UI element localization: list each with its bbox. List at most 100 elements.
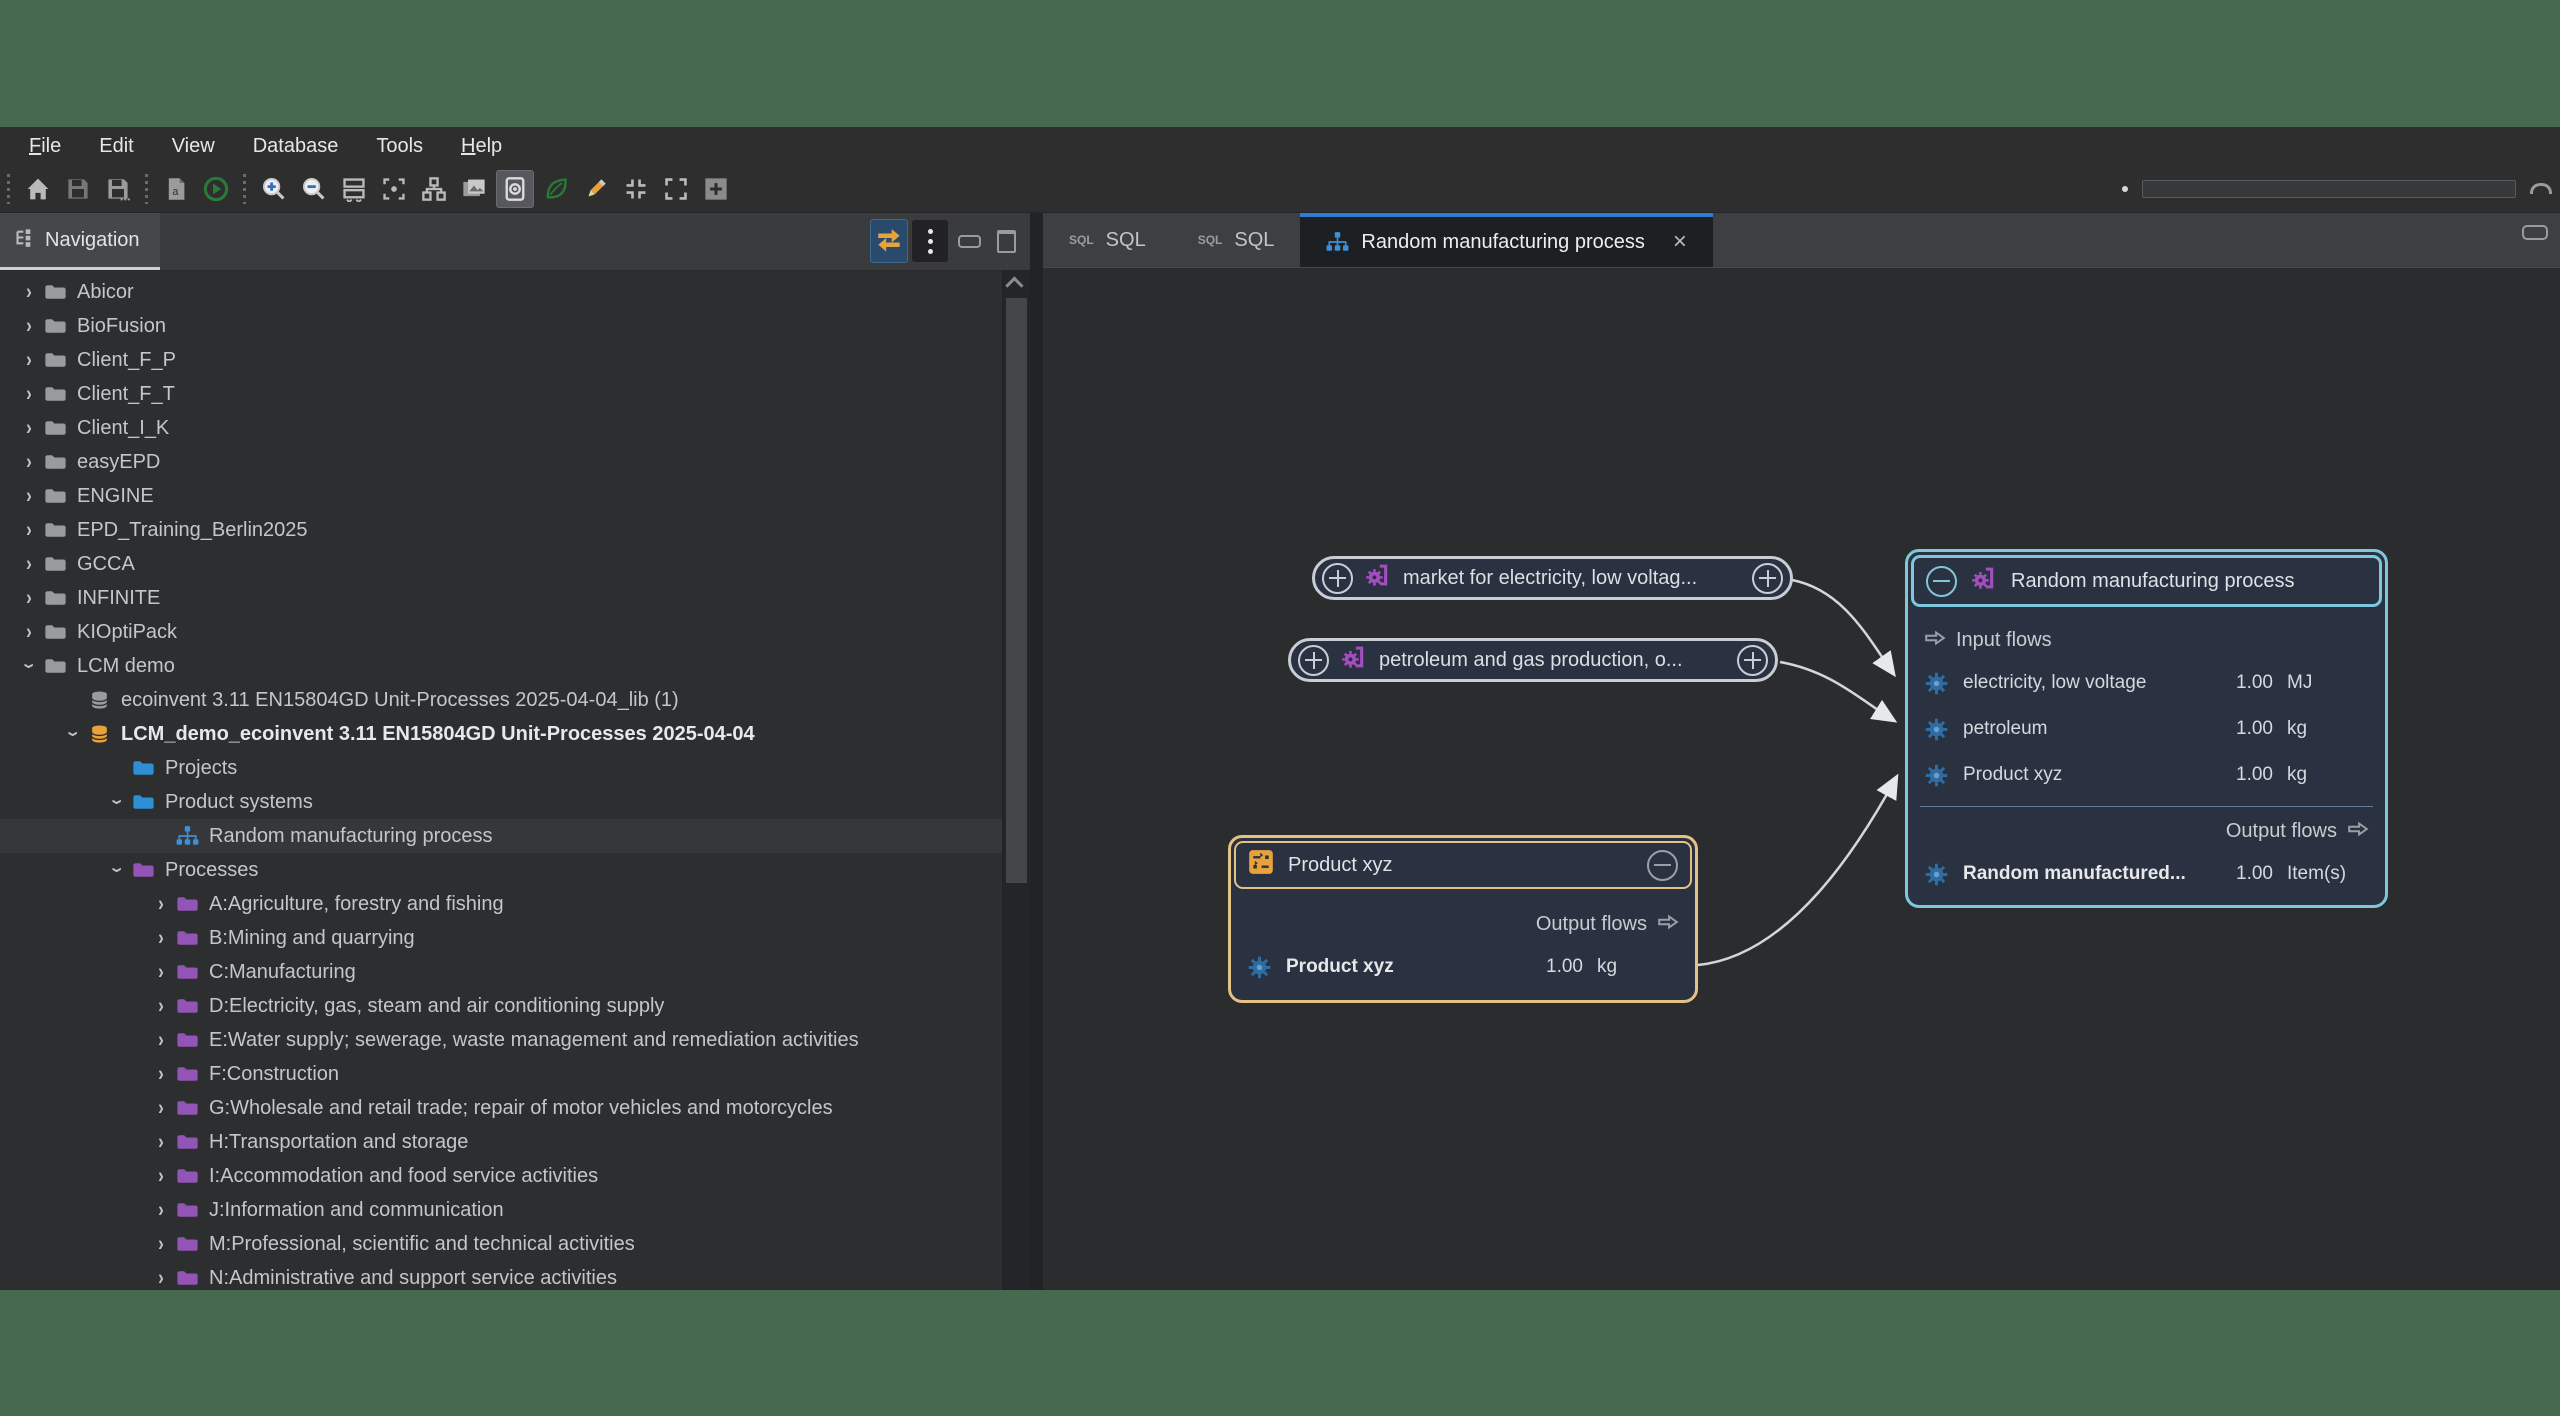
chevron-right-icon[interactable]: › [16, 416, 42, 441]
tree-item[interactable]: ›Abicor [0, 275, 1003, 309]
chevron-right-icon[interactable]: › [16, 280, 42, 305]
run-button[interactable] [198, 171, 234, 207]
focus-button[interactable] [376, 171, 412, 207]
chevron-right-icon[interactable]: › [148, 1130, 174, 1155]
node-product-xyz[interactable]: Product xyz Output flows Product xyz1.00… [1228, 835, 1698, 1003]
toolbar-grip[interactable] [5, 174, 13, 204]
save-button[interactable] [60, 171, 96, 207]
tree-item[interactable]: ›A:Agriculture, forestry and fishing [0, 887, 1003, 921]
flow-row[interactable]: electricity, low voltage1.00MJ [1908, 660, 2385, 706]
tab-navigation[interactable]: Navigation [0, 213, 160, 270]
tree-item[interactable]: ›Client_F_P [0, 343, 1003, 377]
chevron-right-icon[interactable]: › [16, 518, 42, 543]
flow-row[interactable]: Product xyz1.00kg [1231, 944, 1695, 990]
tree-item[interactable]: ›F:Construction [0, 1057, 1003, 1091]
tree-item[interactable]: ›KIOptiPack [0, 615, 1003, 649]
node-random-manufacturing-process[interactable]: Random manufacturing process Input flows… [1905, 549, 2388, 908]
tree-item[interactable]: ›Client_F_T [0, 377, 1003, 411]
chevron-right-icon[interactable]: › [148, 960, 174, 985]
node-petroleum-and-gas[interactable]: petroleum and gas production, o... [1288, 638, 1778, 682]
expand-inputs-icon[interactable] [1298, 645, 1329, 676]
chevron-right-icon[interactable]: › [148, 1198, 174, 1223]
menu-item-edit[interactable]: Edit [80, 131, 152, 162]
collapse-all-button[interactable] [618, 171, 654, 207]
scroll-up-icon[interactable] [1003, 270, 1030, 296]
tree-item[interactable]: Projects [0, 751, 1003, 785]
tab-sql-0[interactable]: SQLSQL [1043, 213, 1172, 267]
chevron-right-icon[interactable]: › [148, 926, 174, 951]
chevron-right-icon[interactable]: › [148, 892, 174, 917]
toolbar-collapse-icon[interactable] [2530, 183, 2552, 194]
menu-item-database[interactable]: Database [234, 131, 358, 162]
graph-canvas[interactable]: market for electricity, low voltag... pe… [1043, 268, 2560, 1290]
maximize-icon[interactable] [997, 230, 1016, 253]
tree-item[interactable]: ›ENGINE [0, 479, 1003, 513]
tree-item[interactable]: ›J:Information and communication [0, 1193, 1003, 1227]
expand-inputs-icon[interactable] [1322, 563, 1353, 594]
chevron-right-icon[interactable]: › [16, 382, 42, 407]
chevron-down-icon[interactable]: › [105, 857, 130, 883]
chevron-down-icon[interactable]: › [61, 721, 86, 747]
tree-item[interactable]: ›INFINITE [0, 581, 1003, 615]
tree-item[interactable]: Random manufacturing process [0, 819, 1003, 853]
tab-sql-1[interactable]: SQLSQL [1172, 213, 1301, 267]
toolbar-grip[interactable] [143, 174, 151, 204]
chevron-right-icon[interactable]: › [148, 1062, 174, 1087]
flow-row[interactable]: Random manufactured...1.00Item(s) [1908, 851, 2385, 897]
menu-item-view[interactable]: View [153, 131, 234, 162]
chevron-down-icon[interactable]: › [17, 653, 42, 679]
close-icon[interactable]: × [1673, 230, 1687, 254]
home-button[interactable] [20, 171, 56, 207]
link-with-editor-button[interactable] [870, 219, 908, 263]
pictures-button[interactable] [456, 171, 492, 207]
chevron-down-icon[interactable]: › [105, 789, 130, 815]
collapse-node-icon[interactable] [1647, 850, 1678, 881]
tree-item[interactable]: ›H:Transportation and storage [0, 1125, 1003, 1159]
flow-row[interactable]: petroleum1.00kg [1908, 706, 2385, 752]
tree-item[interactable]: ›N:Administrative and support service ac… [0, 1261, 1003, 1290]
tree-item[interactable]: ›EPD_Training_Berlin2025 [0, 513, 1003, 547]
tree-item[interactable]: ›BioFusion [0, 309, 1003, 343]
chevron-right-icon[interactable]: › [148, 1096, 174, 1121]
menu-item-file[interactable]: File [10, 131, 80, 162]
chevron-right-icon[interactable]: › [16, 484, 42, 509]
tree-item[interactable]: ›LCM demo [0, 649, 1003, 683]
tree-item[interactable]: ›Processes [0, 853, 1003, 887]
node-header[interactable]: Product xyz [1234, 841, 1692, 889]
tree-item[interactable]: ›E:Water supply; sewerage, waste managem… [0, 1023, 1003, 1057]
chevron-right-icon[interactable]: › [16, 348, 42, 373]
node-market-for-electricity[interactable]: market for electricity, low voltag... [1312, 556, 1793, 600]
tree-item[interactable]: ›D:Electricity, gas, steam and air condi… [0, 989, 1003, 1023]
tree-item[interactable]: ›Client_I_K [0, 411, 1003, 445]
tree-item[interactable]: ›Product systems [0, 785, 1003, 819]
tree-item[interactable]: ›I:Accommodation and food service activi… [0, 1159, 1003, 1193]
layout-rows-button[interactable] [336, 171, 372, 207]
chevron-right-icon[interactable]: › [16, 620, 42, 645]
minimize-icon[interactable] [2522, 225, 2548, 240]
expand-all-button[interactable] [658, 171, 694, 207]
tree-item[interactable]: ›C:Manufacturing [0, 955, 1003, 989]
hierarchy-button[interactable] [416, 171, 452, 207]
chevron-right-icon[interactable]: › [16, 450, 42, 475]
tree-item[interactable]: ›G:Wholesale and retail trade; repair of… [0, 1091, 1003, 1125]
chevron-right-icon[interactable]: › [148, 1028, 174, 1053]
flow-row[interactable]: Product xyz1.00kg [1908, 752, 2385, 798]
expand-outputs-icon[interactable] [1752, 563, 1783, 594]
tree-item[interactable]: ›B:Mining and quarrying [0, 921, 1003, 955]
chevron-right-icon[interactable]: › [148, 994, 174, 1019]
chevron-right-icon[interactable]: › [16, 552, 42, 577]
preview-device-button[interactable] [496, 170, 534, 208]
node-header[interactable]: Random manufacturing process [1911, 555, 2382, 607]
tree-item[interactable]: ›GCCA [0, 547, 1003, 581]
tree-scrollbar[interactable] [1002, 270, 1030, 1290]
toolbar-grip[interactable] [241, 174, 249, 204]
chevron-right-icon[interactable]: › [148, 1232, 174, 1257]
chevron-right-icon[interactable]: › [16, 586, 42, 611]
tree-item[interactable]: ›LCM_demo_ecoinvent 3.11 EN15804GD Unit-… [0, 717, 1003, 751]
new-report-button[interactable]: a [158, 171, 194, 207]
view-menu-button[interactable] [912, 220, 948, 262]
tree-item[interactable]: ›easyEPD [0, 445, 1003, 479]
tab-random-manufacturing-process-2[interactable]: Random manufacturing process× [1300, 213, 1713, 267]
menu-item-help[interactable]: Help [442, 131, 521, 162]
expand-outputs-icon[interactable] [1737, 645, 1768, 676]
